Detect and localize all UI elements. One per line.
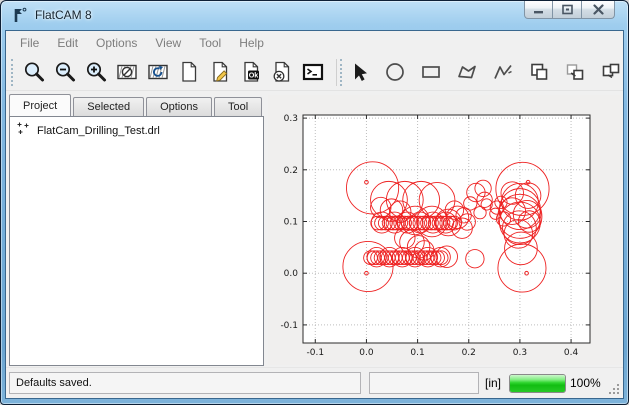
toolbar-separator (336, 59, 337, 86)
tab-selected[interactable]: Selected (73, 97, 144, 116)
project-tree[interactable]: FlatCam_Drilling_Test.drl (9, 116, 264, 366)
delete-object-icon[interactable] (270, 60, 294, 84)
draw-circle-icon[interactable] (383, 60, 407, 84)
minimize-button[interactable] (524, 1, 553, 19)
xtick-label: -0.1 (306, 348, 324, 358)
copy-geometry-icon[interactable] (563, 60, 587, 84)
clear-plot-icon[interactable] (115, 60, 139, 84)
draw-rectangle-icon[interactable] (419, 60, 443, 84)
tab-tool[interactable]: Tool (214, 97, 262, 116)
ytick-label: -0.1 (280, 321, 298, 331)
xtick-label: 0.3 (513, 348, 527, 358)
menu-view[interactable]: View (146, 33, 190, 53)
menu-help[interactable]: Help (230, 33, 273, 53)
new-project-icon[interactable] (177, 60, 201, 84)
menu-options[interactable]: Options (87, 33, 146, 53)
status-aux-box (369, 372, 479, 394)
caption-buttons (524, 1, 615, 19)
menu-file[interactable]: File (11, 33, 48, 53)
copy-objects-icon[interactable] (527, 60, 551, 84)
duplicate-geometry-icon[interactable] (599, 60, 623, 84)
shell-icon[interactable] (301, 60, 325, 84)
window-title: FlatCAM 8 (35, 8, 92, 22)
zoom-out-icon[interactable] (53, 60, 77, 84)
client-area: FileEditOptionsViewToolHelp Ok ProjectSe… (5, 30, 624, 399)
close-button[interactable] (582, 1, 615, 19)
draw-polygon-icon[interactable] (455, 60, 479, 84)
open-project-icon[interactable] (208, 60, 232, 84)
title-bar[interactable]: FlatCAM 8 (1, 1, 628, 30)
draw-polyline-icon[interactable] (491, 60, 515, 84)
xtick-label: 0.0 (359, 348, 374, 358)
zoom-in-icon[interactable] (84, 60, 108, 84)
select-arrow-icon[interactable] (347, 60, 371, 84)
menu-edit[interactable]: Edit (48, 33, 87, 53)
drill-object-icon (16, 121, 31, 141)
axes-group: -0.1 0.0 0.1 0.2 0.3 0.4 -0.1 0.0 0.1 0.2 0.3 (280, 114, 590, 358)
resize-grip[interactable] (607, 382, 620, 395)
toolbar-drag-handle-2[interactable] (340, 59, 344, 86)
menu-bar: FileEditOptionsViewToolHelp (6, 31, 623, 54)
status-message: Defaults saved. (16, 377, 92, 389)
xtick-label: 0.1 (410, 348, 424, 358)
progress-percent-label: 100% (570, 376, 601, 390)
flatcam-window: FlatCAM 8 FileEditOptionsViewToolHelp Ok… (0, 0, 629, 405)
maximize-button[interactable] (553, 1, 582, 19)
tree-item-label: FlatCam_Drilling_Test.drl (37, 125, 160, 137)
status-bar: Defaults saved. [in] 100% (6, 367, 623, 398)
ytick-label: 0.2 (284, 166, 298, 176)
zoom-fit-icon[interactable] (22, 60, 46, 84)
save-project-icon[interactable]: Ok (239, 60, 263, 84)
tab-project[interactable]: Project (9, 94, 71, 116)
progress-bar (509, 374, 566, 393)
toolbar-group-file-zoom: Ok (22, 60, 332, 84)
plot-figure[interactable]: -0.1 0.0 0.1 0.2 0.3 0.4 -0.1 0.0 0.1 0.2 0.3 (268, 95, 622, 365)
menu-tool[interactable]: Tool (190, 33, 230, 53)
tab-bar: ProjectSelectedOptionsTool (9, 94, 264, 116)
ytick-label: 0.3 (284, 114, 298, 124)
toolbar-drag-handle[interactable] (11, 59, 15, 86)
toolbar-group-draw (347, 60, 629, 84)
status-message-box: Defaults saved. (9, 372, 361, 394)
units-label: [in] (485, 376, 501, 390)
svg-text:Ok: Ok (249, 71, 259, 80)
ytick-label: 0.0 (284, 269, 299, 279)
app-logo-icon (12, 7, 29, 24)
screenshot-stage: FlatCAM 8 FileEditOptionsViewToolHelp Ok… (0, 0, 629, 405)
tree-item-drl-object[interactable]: FlatCam_Drilling_Test.drl (10, 117, 263, 143)
replot-icon[interactable] (146, 60, 170, 84)
ytick-label: 0.1 (284, 218, 298, 228)
toolbar: Ok (6, 54, 623, 91)
progress-bar-fill (510, 375, 565, 392)
plot-canvas[interactable]: -0.1 0.0 0.1 0.2 0.3 0.4 -0.1 0.0 0.1 0.2 0.3 (268, 95, 622, 365)
tab-options[interactable]: Options (146, 97, 212, 116)
xtick-label: 0.4 (564, 348, 579, 358)
xtick-label: 0.2 (462, 348, 476, 358)
